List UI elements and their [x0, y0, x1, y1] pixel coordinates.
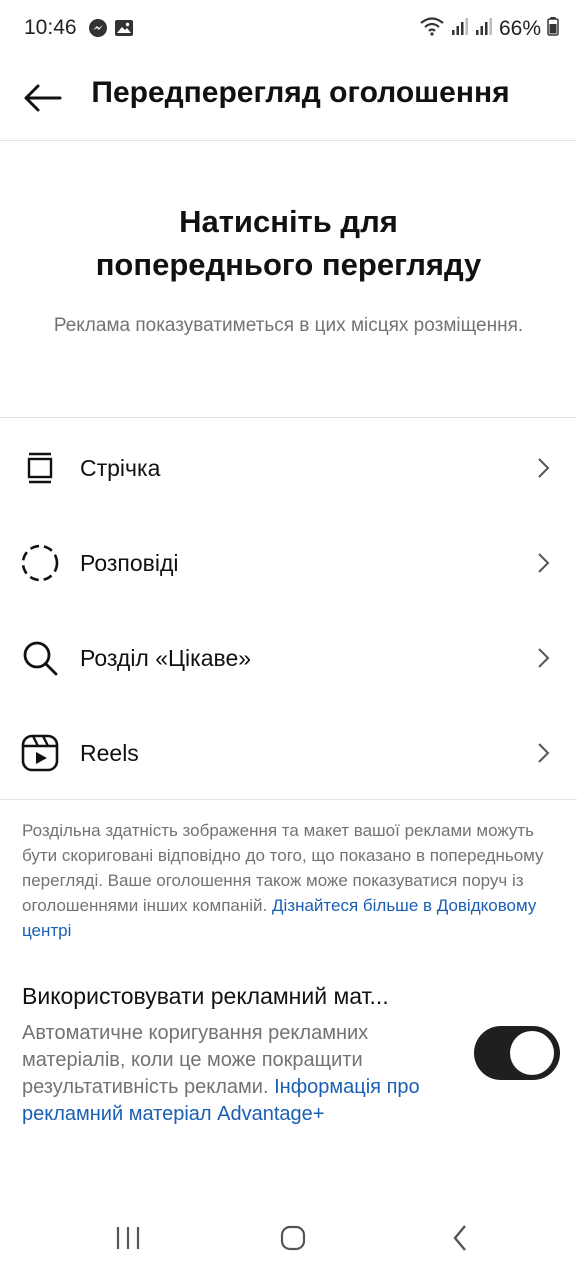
system-back-button[interactable]	[436, 1214, 484, 1262]
advantage-description: Автоматичне коригування рекламних матері…	[22, 1020, 462, 1128]
placement-row-explore[interactable]: Розділ «Цікаве»	[0, 611, 577, 705]
placement-row-reels[interactable]: Reels	[0, 706, 577, 800]
intro-subtitle: Реклама показуватиметься в цих місцях ро…	[53, 315, 524, 336]
search-icon	[20, 638, 60, 678]
page-title: Передперегляд оголошення	[0, 76, 577, 110]
placement-label: Розповіді	[80, 549, 179, 576]
chevron-right-icon	[531, 456, 555, 480]
battery-icon	[547, 16, 559, 42]
stories-icon	[20, 543, 60, 583]
wifi-icon	[419, 16, 445, 42]
intro-heading: Натисніть для попереднього перегляду	[30, 200, 547, 286]
advantage-toggle[interactable]	[474, 1026, 560, 1080]
reels-icon	[20, 733, 60, 773]
chevron-right-icon	[531, 741, 555, 765]
placement-row-stories[interactable]: Розповіді	[0, 516, 577, 610]
intro-divider	[0, 417, 577, 418]
placement-label: Reels	[80, 739, 139, 766]
placement-row-feed[interactable]: Стрічка	[0, 421, 577, 515]
status-icons-left	[88, 18, 134, 43]
disclaimer: Роздільна здатність зображення та макет …	[22, 818, 562, 943]
recent-apps-button[interactable]	[104, 1214, 152, 1262]
chevron-left-icon	[453, 1225, 466, 1251]
battery-text: 66%	[498, 17, 541, 40]
gallery-notification-icon	[114, 18, 134, 43]
status-time: 10:46	[24, 16, 77, 39]
signal-icon	[451, 16, 469, 42]
feed-icon	[20, 448, 60, 488]
signal-icon-2	[475, 16, 493, 42]
intro-heading-line2: попереднього перегляду	[95, 247, 482, 282]
advantage-title: Використовувати рекламний мат...	[22, 983, 389, 1009]
header-divider	[0, 140, 577, 141]
home-icon	[280, 1225, 306, 1251]
home-button[interactable]	[269, 1214, 317, 1262]
intro-heading-line1: Натисніть для	[179, 204, 398, 239]
toggle-knob	[510, 1031, 554, 1075]
placement-label: Стрічка	[80, 454, 161, 481]
chevron-right-icon	[531, 646, 555, 670]
status-right: 66%	[419, 16, 559, 42]
messenger-notification-icon	[88, 18, 108, 43]
placements-divider	[0, 799, 577, 800]
chevron-right-icon	[531, 551, 555, 575]
placement-label: Розділ «Цікаве»	[80, 644, 252, 671]
recent-apps-icon	[116, 1227, 140, 1249]
page-title-text: Передперегляд оголошення	[91, 76, 510, 109]
